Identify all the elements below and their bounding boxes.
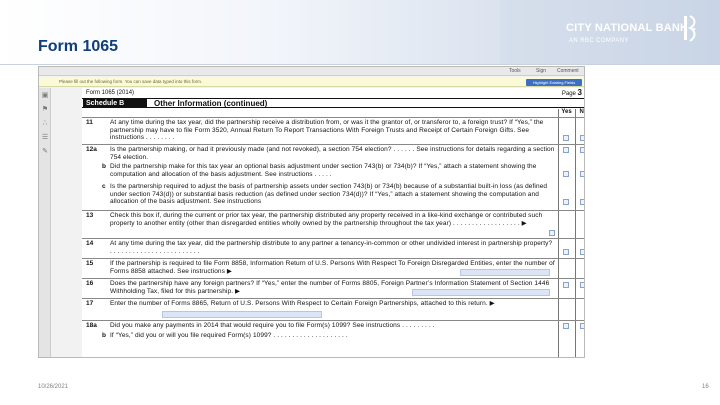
line-number: 15 bbox=[86, 260, 94, 267]
brand-logo-block: CITY NATIONAL BANK AN RBC COMPANY bbox=[566, 15, 706, 54]
viewer-left-rail: ▣ ⚑ ∴ ☰ ✎ bbox=[39, 88, 51, 357]
line-sub-letter: b bbox=[102, 163, 106, 170]
line-text: Did you make any payments in 2014 that w… bbox=[110, 322, 435, 329]
page-indicator: Page 3 bbox=[562, 88, 582, 97]
no-checkbox[interactable] bbox=[580, 199, 584, 205]
no-checkbox[interactable] bbox=[580, 135, 584, 141]
line-sub-letter: b bbox=[102, 332, 106, 339]
page-number: 3 bbox=[577, 88, 582, 97]
yes-checkbox[interactable] bbox=[563, 147, 569, 153]
form-id: Form 1065 (2014) bbox=[86, 90, 135, 96]
form-line: 16 Does the partnership have any foreign… bbox=[82, 278, 584, 298]
no-checkbox[interactable] bbox=[580, 147, 584, 153]
toolbar-tools[interactable]: Tools bbox=[509, 68, 521, 74]
line-number: 18a bbox=[86, 322, 97, 329]
no-checkbox[interactable] bbox=[580, 323, 584, 329]
signature-icon[interactable]: ✎ bbox=[41, 148, 49, 156]
line-text: Is the partnership required to adjust th… bbox=[110, 183, 548, 206]
line-number: 16 bbox=[86, 280, 94, 287]
line-number: 11 bbox=[86, 119, 93, 126]
form-line: 15 If the partnership is required to fil… bbox=[82, 258, 584, 278]
yes-checkbox[interactable] bbox=[563, 171, 569, 177]
brand-subtitle: AN RBC COMPANY bbox=[569, 38, 629, 44]
toolbar-comment[interactable]: Comment bbox=[557, 68, 579, 74]
highlight-fields-button[interactable]: Highlight Existing Fields bbox=[526, 79, 582, 86]
line-number: 14 bbox=[86, 240, 94, 247]
no-checkbox[interactable] bbox=[580, 249, 584, 255]
line-text: Check this box if, during the current or… bbox=[110, 212, 543, 227]
form-line: 17 Enter the number of Forms 8865, Retur… bbox=[82, 298, 584, 320]
brand-emblem-icon bbox=[684, 15, 696, 42]
form-line: b Did the partnership make for this tax … bbox=[82, 162, 584, 181]
header-divider bbox=[0, 64, 720, 65]
yes-checkbox[interactable] bbox=[563, 135, 569, 141]
form-line: 12a Is the partnership making, or had it… bbox=[82, 144, 584, 162]
line-text: At any time during the tax year, did the… bbox=[110, 240, 553, 255]
layers-icon[interactable]: ☰ bbox=[41, 134, 49, 142]
yes-checkbox[interactable] bbox=[563, 249, 569, 255]
forms-8805-count-input[interactable] bbox=[412, 289, 550, 296]
line-number: 17 bbox=[86, 300, 94, 307]
form-notice-bar: Please fill out the following form. You … bbox=[39, 77, 584, 87]
bookmark-icon[interactable]: ⚑ bbox=[41, 106, 49, 114]
form-line: 11 At any time during the tax year, did … bbox=[82, 117, 584, 144]
check-box-line-13[interactable] bbox=[549, 230, 555, 236]
schedule-bar: Schedule B Other Information (continued) bbox=[82, 98, 584, 108]
yes-checkbox[interactable] bbox=[563, 282, 569, 288]
schedule-tag: Schedule B bbox=[83, 99, 147, 108]
yes-checkbox[interactable] bbox=[563, 323, 569, 329]
yes-column-header: Yes bbox=[561, 109, 572, 115]
yes-checkbox[interactable] bbox=[563, 199, 569, 205]
no-checkbox[interactable] bbox=[580, 282, 584, 288]
forms-8865-count-input[interactable] bbox=[162, 311, 322, 318]
slide-date: 10/26/2021 bbox=[38, 384, 69, 390]
brand-name: CITY NATIONAL BANK bbox=[566, 22, 689, 34]
line-text: Did the partnership make for this tax ye… bbox=[110, 163, 537, 178]
form-page: Form 1065 (2014) Page 3 Schedule B Other… bbox=[82, 88, 585, 357]
no-column-header: No bbox=[579, 109, 585, 115]
form-line: 18a Did you make any payments in 2014 th… bbox=[82, 320, 584, 331]
forms-8858-count-input[interactable] bbox=[460, 269, 550, 276]
toolbar-sign[interactable]: Sign bbox=[536, 68, 546, 74]
viewer-toolbar: Tools Sign Comment bbox=[39, 67, 584, 76]
schedule-title: Other Information (continued) bbox=[154, 99, 268, 108]
line-text: At any time during the tax year, did the… bbox=[110, 119, 544, 142]
line-text: If “Yes,” did you or will you file requi… bbox=[110, 332, 348, 339]
attachment-icon[interactable]: ∴ bbox=[41, 120, 49, 128]
line-text: Enter the number of Forms 8865, Return o… bbox=[110, 300, 495, 307]
line-text: Is the partnership making, or had it pre… bbox=[110, 146, 555, 161]
form-page-header: Form 1065 (2014) Page 3 bbox=[82, 88, 584, 98]
line-sub-letter: c bbox=[102, 183, 106, 190]
slide-page-number: 16 bbox=[702, 384, 709, 390]
notice-text: Please fill out the following form. You … bbox=[59, 79, 203, 84]
page-thumbnail-icon[interactable]: ▣ bbox=[41, 92, 49, 100]
slide-title: Form 1065 bbox=[38, 38, 119, 55]
pdf-viewer-screenshot: Tools Sign Comment Please fill out the f… bbox=[38, 66, 585, 358]
page-label: Page bbox=[561, 91, 576, 97]
line-number: 13 bbox=[86, 212, 94, 219]
form-line: 14 At any time during the tax year, did … bbox=[82, 238, 584, 258]
form-line: b If “Yes,” did you or will you file req… bbox=[82, 331, 584, 342]
form-line: c Is the partnership required to adjust … bbox=[82, 182, 584, 209]
no-checkbox[interactable] bbox=[580, 171, 584, 177]
line-number: 12a bbox=[86, 146, 97, 153]
form-line: 13 Check this box if, during the current… bbox=[82, 210, 584, 238]
